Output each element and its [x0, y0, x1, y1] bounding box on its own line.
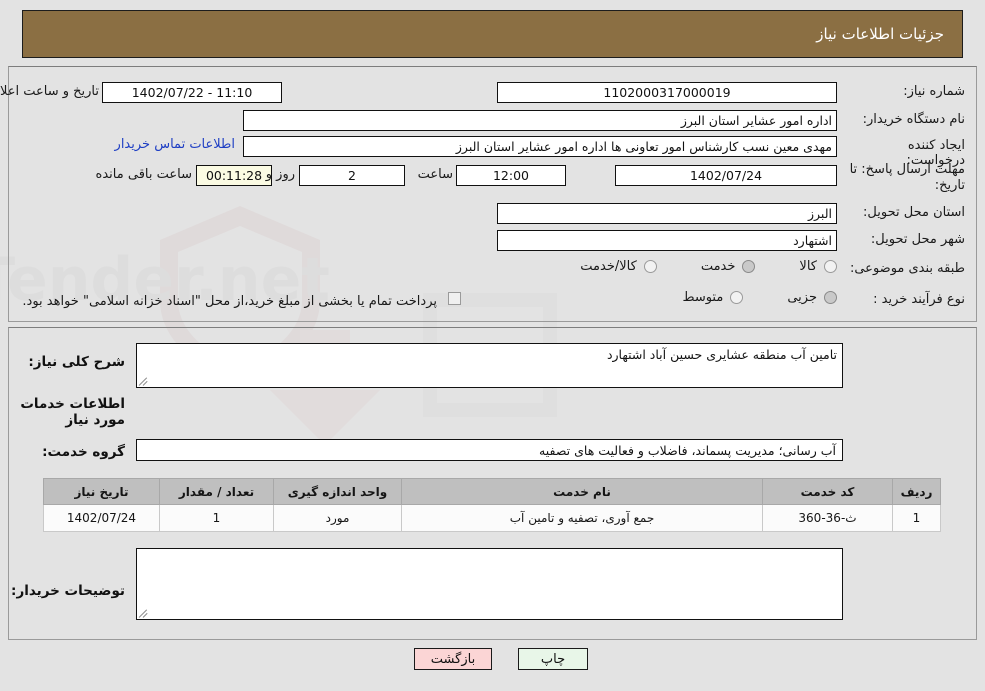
label-hours-remaining: ساعت باقی مانده [95, 167, 192, 182]
category-option-label: کالا [799, 259, 817, 274]
label-days-and: روز و [265, 167, 295, 182]
label-category: طبقه بندی موضوعی: [849, 261, 965, 276]
page-header-bar: جزئیات اطلاعات نیاز [22, 10, 963, 58]
label-need-number: شماره نیاز: [903, 84, 965, 99]
label-province: استان محل تحویل: [863, 205, 965, 220]
category-radio-group: کالا خدمت کالا/خدمت [536, 259, 837, 274]
label-public-announce-datetime: تاریخ و ساعت اعلان عمومی: [0, 84, 99, 99]
need-number-field[interactable]: 1102000317000019 [497, 82, 837, 103]
col-need-date: تاریخ نیاز [43, 478, 160, 505]
deadline-date-field[interactable]: 1402/07/24 [615, 165, 837, 186]
cell-service-name: جمع آوری، تصفیه و تامین آب [401, 504, 763, 532]
process-option-1[interactable]: متوسط [682, 290, 744, 305]
label-hour: ساعت [417, 167, 453, 182]
label-general-description: شرح کلی نیاز: [28, 354, 125, 370]
radio-icon[interactable] [824, 260, 837, 273]
page-title: جزئیات اطلاعات نیاز [816, 25, 944, 43]
category-option-label: کالا/خدمت [580, 259, 637, 274]
cell-row-no: 1 [892, 504, 941, 532]
islamic-treasury-note: پرداخت تمام یا بخشی از مبلغ خرید،از محل … [22, 294, 437, 309]
cell-quantity: 1 [159, 504, 274, 532]
service-group-field[interactable]: آب رسانی؛ مدیریت پسماند، فاضلاب و فعالیت… [136, 439, 843, 461]
cell-service-code: ث-36-360 [762, 504, 893, 532]
back-button[interactable]: بازگشت [414, 648, 492, 670]
cell-need-date: 1402/07/24 [43, 504, 160, 532]
general-description-textarea[interactable]: تامین آب منطقه عشایری حسین آباد اشتهارد [136, 343, 843, 388]
radio-icon[interactable] [742, 260, 756, 273]
label-city: شهر محل تحویل: [870, 232, 965, 247]
radio-icon[interactable] [643, 260, 657, 273]
buyer-notes-textarea[interactable] [136, 548, 843, 620]
delivery-city-field[interactable]: اشتهارد [497, 230, 837, 251]
col-quantity: تعداد / مقدار [159, 478, 274, 505]
label-deadline: مهلت ارسال پاسخ: تا تاریخ: [849, 162, 965, 193]
label-buyer-org: نام دستگاه خریدار: [862, 112, 965, 127]
category-option-2[interactable]: کالا/خدمت [580, 259, 657, 274]
public-announce-datetime-field[interactable]: 11:10 - 1402/07/22 [102, 82, 282, 103]
process-option-0[interactable]: جزیی [787, 290, 837, 305]
table-header-row: ردیف کد خدمت نام خدمت واحد اندازه گیری ت… [43, 478, 941, 505]
buyer-contact-info-link[interactable]: اطلاعات تماس خریدار [115, 137, 235, 152]
page-root: AriaTender.net جزئیات اطلاعات نیاز شماره… [0, 0, 985, 691]
table-row: 1 ث-36-360 جمع آوری، تصفیه و تامین آب مو… [43, 504, 941, 532]
col-unit: واحد اندازه گیری [273, 478, 402, 505]
category-option-label: خدمت [700, 259, 736, 274]
process-option-label: متوسط [682, 290, 724, 305]
label-buyer-notes: توضیحات خریدار: [11, 583, 125, 599]
need-summary-panel [8, 66, 977, 322]
services-table-wrapper: ردیف کد خدمت نام خدمت واحد اندازه گیری ت… [43, 478, 941, 532]
request-creator-field[interactable]: مهدی معین نسب کارشناس امور تعاونی ها ادا… [243, 136, 837, 157]
label-process-type: نوع فرآیند خرید : [873, 292, 965, 307]
buyer-org-field[interactable]: اداره امور عشایر استان البرز [243, 110, 837, 131]
col-service-code: کد خدمت [762, 478, 893, 505]
islamic-treasury-checkbox[interactable] [448, 292, 461, 305]
category-option-1[interactable]: خدمت [701, 259, 756, 274]
services-table: ردیف کد خدمت نام خدمت واحد اندازه گیری ت… [43, 478, 941, 532]
radio-icon[interactable] [824, 291, 837, 304]
process-type-radio-group: جزیی متوسط [638, 290, 837, 305]
general-description-value: تامین آب منطقه عشایری حسین آباد اشتهارد [606, 347, 837, 362]
radio-icon[interactable] [730, 291, 744, 304]
process-option-label: جزیی [787, 290, 817, 305]
resize-grip-icon[interactable] [138, 376, 149, 386]
countdown-timer-field: 00:11:28 [196, 165, 272, 186]
col-row-no: ردیف [892, 478, 941, 505]
delivery-province-field[interactable]: البرز [497, 203, 837, 224]
col-service-name: نام خدمت [401, 478, 763, 505]
print-button[interactable]: چاپ [518, 648, 588, 670]
section-title-services: اطلاعات خدمات مورد نیاز [20, 396, 125, 428]
label-service-group: گروه خدمت: [42, 444, 125, 460]
cell-unit: مورد [273, 504, 402, 532]
remaining-days-field[interactable]: 2 [299, 165, 405, 186]
resize-grip-icon[interactable] [138, 608, 149, 618]
category-option-0[interactable]: کالا [799, 259, 837, 274]
deadline-hour-field[interactable]: 12:00 [456, 165, 566, 186]
